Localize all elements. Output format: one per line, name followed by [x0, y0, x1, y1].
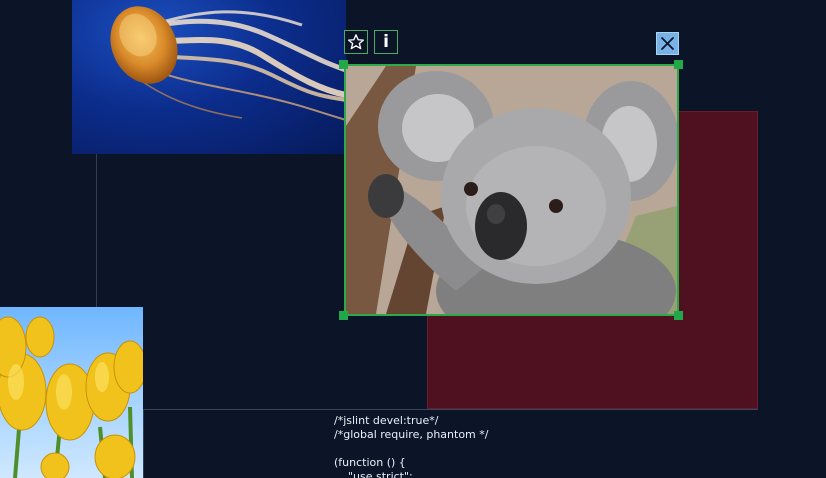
close-button[interactable] [656, 32, 679, 55]
jellyfish-photo[interactable] [72, 0, 346, 154]
tulips-illustration [0, 316, 143, 478]
code-text[interactable]: /*jslint devel:true*/ /*global require, … [334, 414, 488, 478]
resize-handle-bottom-left[interactable] [339, 311, 348, 320]
koala-illustration [346, 66, 677, 314]
star-icon [347, 34, 365, 50]
koala-photo[interactable] [344, 64, 679, 316]
favorite-button[interactable] [344, 30, 368, 54]
code-editor-panel[interactable]: /*jslint devel:true*/ /*global require, … [143, 409, 758, 478]
jellyfish-illustration [110, 6, 346, 121]
resize-handle-top-left[interactable] [339, 60, 348, 69]
design-canvas[interactable]: /*jslint devel:true*/ /*global require, … [0, 0, 826, 478]
resize-handle-bottom-right[interactable] [674, 311, 683, 320]
info-icon: i [383, 31, 389, 52]
info-button[interactable]: i [374, 30, 398, 54]
tulips-photo[interactable] [0, 307, 143, 478]
guide-line-vertical [96, 154, 97, 307]
resize-handle-top-right[interactable] [674, 60, 683, 69]
close-icon [661, 37, 674, 50]
